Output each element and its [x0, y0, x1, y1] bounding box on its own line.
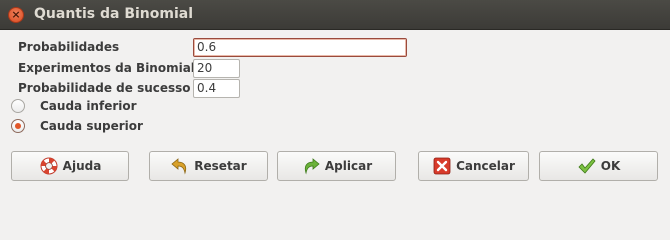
upper-tail-label[interactable]: Cauda superior — [40, 119, 143, 133]
success-probability-input[interactable]: 0.4 — [193, 79, 240, 98]
apply-button-label: Aplicar — [324, 159, 373, 173]
ok-button-label: OK — [600, 159, 621, 173]
ok-button[interactable]: OK — [539, 151, 658, 181]
reset-button[interactable]: Resetar — [149, 151, 268, 181]
help-button-label: Ajuda — [62, 159, 102, 173]
checkmark-icon — [577, 156, 597, 176]
window-title: Quantis da Binomial — [34, 6, 194, 22]
reset-button-label: Resetar — [194, 159, 247, 173]
upper-tail-radio[interactable] — [11, 119, 25, 133]
cancel-button-label: Cancelar — [456, 159, 515, 173]
lower-tail-label[interactable]: Cauda inferior — [40, 99, 137, 113]
help-button[interactable]: Ajuda — [11, 151, 129, 181]
trials-label: Experimentos da Binomial — [18, 61, 195, 75]
red-x-icon — [432, 156, 452, 176]
dialog-content: Probabilidades 0.6 Experimentos da Binom… — [0, 30, 670, 210]
trials-input[interactable]: 20 — [193, 59, 240, 78]
redo-arrow-icon — [301, 156, 321, 176]
close-window-button[interactable]: × — [8, 7, 24, 23]
probabilities-input[interactable]: 0.6 — [193, 38, 407, 57]
success-probability-label: Probabilidade de sucesso — [18, 81, 191, 95]
lifebuoy-icon — [39, 156, 59, 176]
window-titlebar: × Quantis da Binomial — [0, 0, 670, 30]
lower-tail-radio[interactable] — [11, 99, 25, 113]
probabilities-label: Probabilidades — [18, 40, 120, 54]
undo-arrow-icon — [170, 156, 190, 176]
apply-button[interactable]: Aplicar — [277, 151, 396, 181]
cancel-button[interactable]: Cancelar — [418, 151, 529, 181]
